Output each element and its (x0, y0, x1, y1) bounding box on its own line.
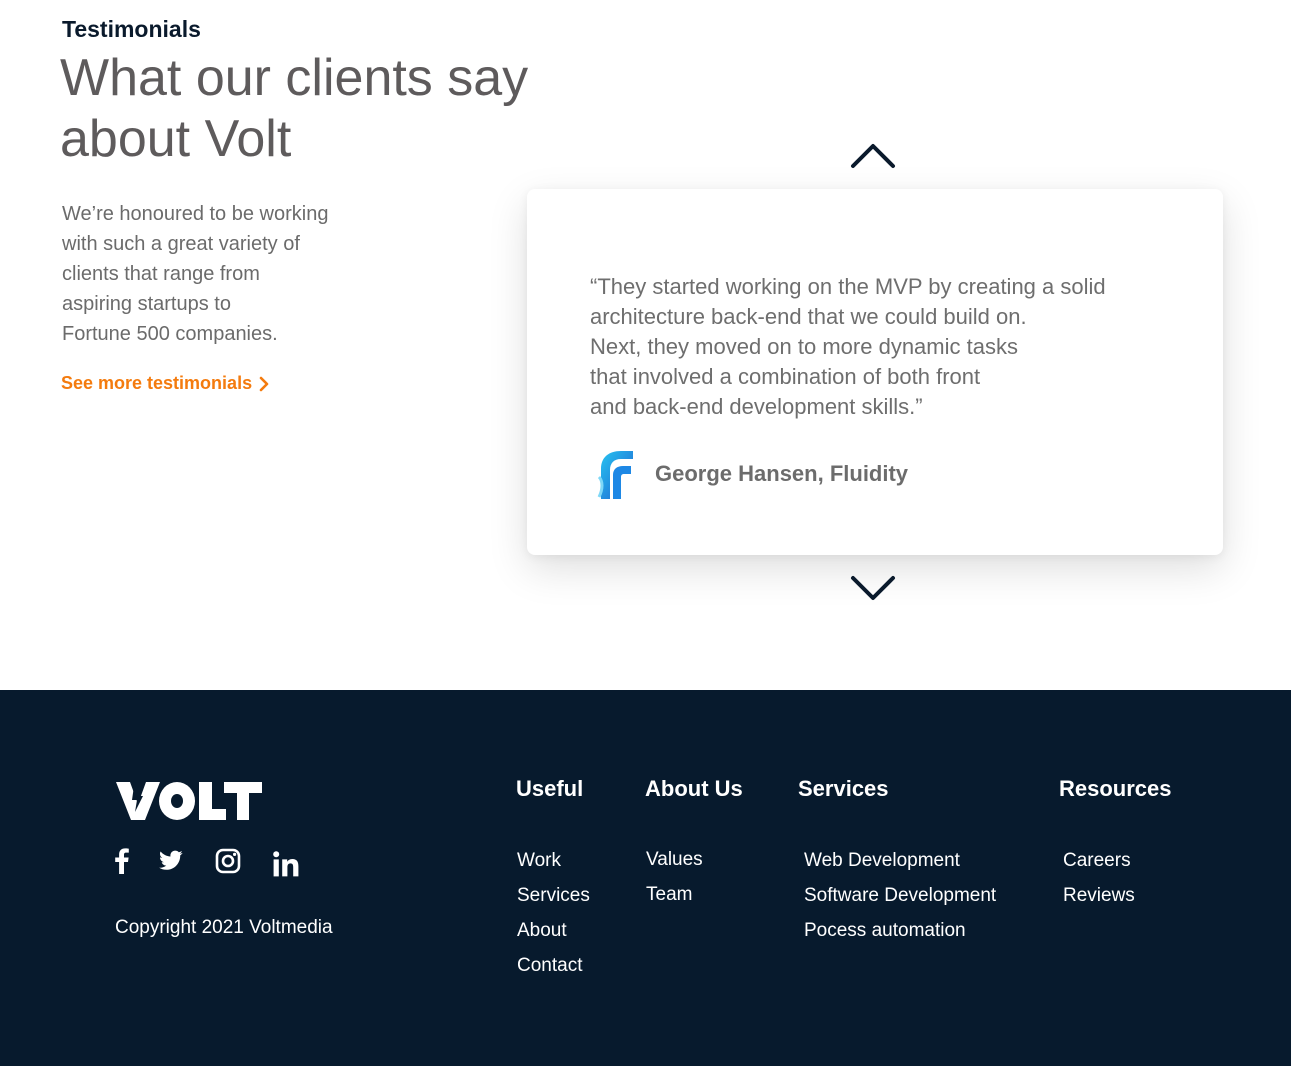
section-headline: What our clients say about Volt (60, 49, 529, 168)
quote-line: and back-end development skills.” (590, 394, 923, 419)
fluidity-logo-icon (597, 451, 633, 499)
volt-logo[interactable] (116, 782, 262, 820)
footer-column-title-useful: Useful (516, 776, 584, 801)
quote-line: architecture back-end that we could buil… (590, 304, 1027, 329)
chevron-right-icon (259, 376, 269, 391)
twitter-icon[interactable] (159, 850, 183, 871)
intro-line: with such a great variety of (62, 233, 300, 255)
intro-line: clients that range from (62, 263, 260, 285)
footer-link-careers[interactable]: Careers (1063, 843, 1135, 878)
chevron-up-icon[interactable] (848, 140, 898, 172)
see-more-label: See more testimonials (61, 373, 253, 393)
quote-line: Next, they moved on to more dynamic task… (590, 334, 1018, 359)
footer-link-work[interactable]: Work (517, 843, 590, 878)
linkedin-icon[interactable] (273, 851, 299, 877)
facebook-icon[interactable] (115, 848, 129, 874)
footer-link-services[interactable]: Services (517, 878, 590, 913)
intro-line: Fortune 500 companies. (62, 323, 278, 345)
footer-link-reviews[interactable]: Reviews (1063, 878, 1135, 913)
social-links (113, 848, 313, 880)
footer-link-values[interactable]: Values (646, 842, 703, 877)
testimonial-card: “They started working on the MVP by crea… (527, 189, 1223, 555)
instagram-icon[interactable] (215, 848, 241, 874)
section-eyebrow: Testimonials (62, 16, 201, 42)
footer-link-software-development[interactable]: Software Development (804, 878, 996, 913)
intro-line: aspiring startups to (62, 293, 231, 315)
footer-link-web-development[interactable]: Web Development (804, 843, 996, 878)
footer-link-team[interactable]: Team (646, 877, 703, 912)
testimonial-quote: “They started working on the MVP by crea… (590, 272, 1190, 422)
footer-link-about[interactable]: About (517, 913, 590, 948)
footer-column-useful: Work Services About Contact (517, 843, 590, 983)
footer-column-title-resources: Resources (1059, 776, 1172, 801)
intro-line: We’re honoured to be working (62, 203, 329, 225)
author-name: George Hansen, Fluidity (655, 461, 909, 486)
site-footer: Copyright 2021 Voltmedia Useful Work Ser… (0, 690, 1291, 1066)
footer-column-resources: Careers Reviews (1063, 843, 1135, 913)
footer-link-process-automation[interactable]: Pocess automation (804, 913, 996, 948)
footer-column-title-about-us: About Us (645, 776, 743, 801)
intro-text: We’re honoured to be working with such a… (62, 199, 382, 349)
testimonial-author: George Hansen, Fluidity (595, 447, 908, 501)
footer-column-about-us: Values Team (646, 842, 703, 912)
chevron-down-icon[interactable] (848, 572, 898, 604)
see-more-testimonials-link[interactable]: See more testimonials (61, 373, 270, 394)
copyright-text: Copyright 2021 Voltmedia (115, 917, 333, 938)
footer-column-title-services: Services (798, 776, 889, 801)
footer-link-contact[interactable]: Contact (517, 948, 590, 983)
quote-line: that involved a combination of both fron… (590, 364, 981, 389)
footer-column-services: Web Development Software Development Poc… (804, 843, 996, 948)
quote-line: “They started working on the MVP by crea… (590, 274, 1106, 299)
